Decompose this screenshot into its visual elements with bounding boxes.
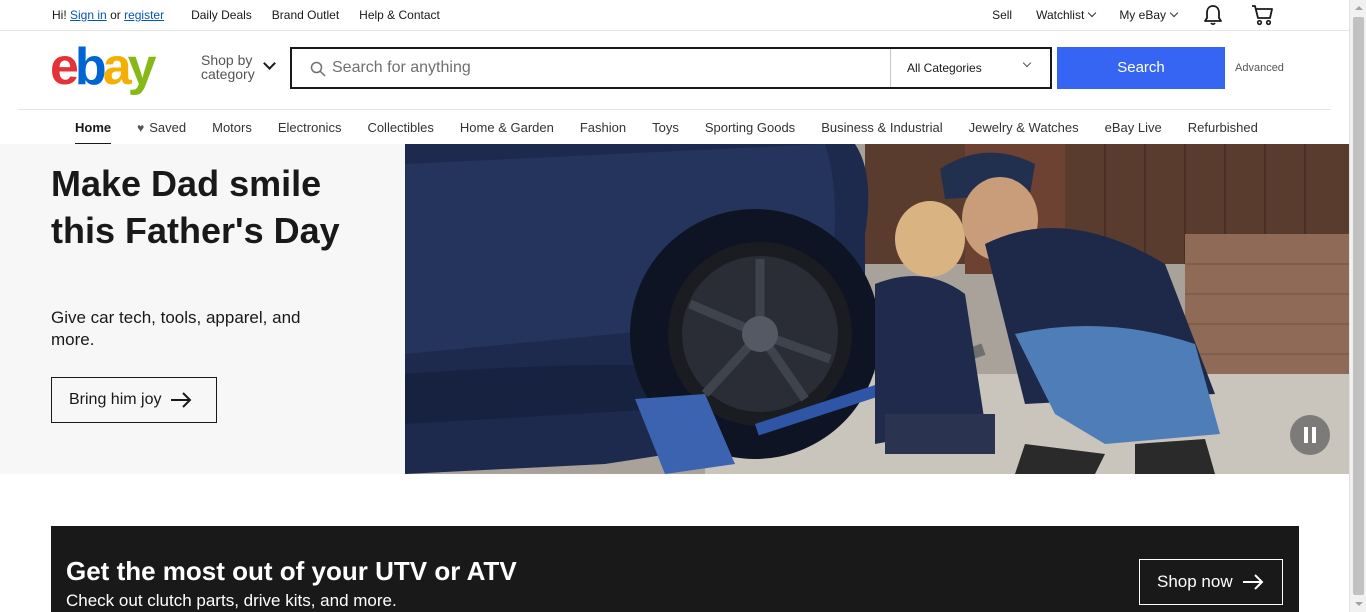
nav-item-saved-label: Saved bbox=[149, 120, 187, 135]
hero-banner: Make Dad smile this Father's Day Give ca… bbox=[0, 144, 1349, 474]
search-icon bbox=[310, 61, 326, 77]
logo-letter: b bbox=[74, 38, 107, 96]
sign-in-link[interactable]: Sign in bbox=[70, 8, 107, 22]
nav-item-saved[interactable]: ♥ Saved bbox=[137, 120, 186, 135]
nav-item-toys[interactable]: Toys bbox=[652, 120, 679, 135]
main-header: ebay Shop by category All Categories Sea… bbox=[0, 31, 1349, 109]
category-select-value: All Categories bbox=[907, 61, 982, 75]
nav-item-collectibles[interactable]: Collectibles bbox=[367, 120, 433, 135]
or-text: or bbox=[110, 8, 121, 22]
nav-item-fashion[interactable]: Fashion bbox=[580, 120, 626, 135]
sell-link[interactable]: Sell bbox=[992, 8, 1012, 22]
chevron-down-icon bbox=[1022, 58, 1032, 68]
watchlist-dropdown[interactable]: Watchlist bbox=[1036, 8, 1097, 22]
nav-item-home[interactable]: Home bbox=[75, 120, 112, 145]
scroll-up-arrow-icon[interactable] bbox=[1355, 6, 1363, 10]
promo-subtitle: Check out clutch parts, drive kits, and … bbox=[66, 591, 397, 610]
promo-title: Get the most out of your UTV or ATV bbox=[66, 556, 517, 586]
chevron-down-icon bbox=[1088, 8, 1097, 18]
cta-label: Bring him joy bbox=[69, 391, 162, 408]
nav-item-business-industrial[interactable]: Business & Industrial bbox=[821, 120, 942, 135]
scroll-down-arrow-icon[interactable] bbox=[1355, 602, 1363, 606]
nav-item-jewelry-watches[interactable]: Jewelry & Watches bbox=[969, 120, 1079, 135]
daily-deals-link[interactable]: Daily Deals bbox=[191, 8, 252, 22]
advanced-search-link[interactable]: Advanced bbox=[1235, 62, 1284, 74]
logo-letter: a bbox=[102, 38, 132, 96]
my-ebay-dropdown[interactable]: My eBay bbox=[1119, 8, 1179, 22]
logo-letter: y bbox=[127, 38, 157, 96]
shop-now-label: Shop now bbox=[1157, 572, 1233, 591]
top-right-links: Sell Watchlist My eBay bbox=[968, 0, 1275, 30]
shopping-cart-icon[interactable] bbox=[1251, 4, 1275, 26]
nav-item-refurbished[interactable]: Refurbished bbox=[1188, 120, 1258, 135]
notification-bell-icon[interactable] bbox=[1203, 4, 1223, 26]
nav-item-sporting-goods[interactable]: Sporting Goods bbox=[705, 120, 795, 135]
arrow-right-icon bbox=[1242, 574, 1264, 590]
greeting-text: Hi! bbox=[52, 8, 67, 22]
shop-by-label: Shop by bbox=[201, 52, 253, 68]
category-select[interactable]: All Categories bbox=[890, 49, 1050, 87]
bring-him-joy-button[interactable]: Bring him joy bbox=[51, 377, 217, 423]
search-button[interactable]: Search bbox=[1057, 47, 1225, 89]
chevron-down-icon bbox=[263, 57, 276, 70]
heart-icon: ♥ bbox=[137, 120, 145, 135]
category-label: category bbox=[201, 66, 255, 82]
my-ebay-label: My eBay bbox=[1119, 8, 1166, 22]
top-left-links: Hi! Sign in or register Daily Deals Bran… bbox=[52, 8, 440, 22]
chevron-down-icon bbox=[1169, 8, 1179, 18]
register-link[interactable]: register bbox=[124, 8, 164, 22]
nav-item-motors[interactable]: Motors bbox=[212, 120, 252, 135]
shop-now-button[interactable]: Shop now bbox=[1139, 559, 1283, 605]
top-utility-bar: Hi! Sign in or register Daily Deals Bran… bbox=[0, 0, 1349, 31]
search-input[interactable] bbox=[292, 49, 890, 87]
search-bar: All Categories bbox=[290, 47, 1052, 89]
hero-image[interactable] bbox=[405, 144, 1349, 474]
promo-banner: Get the most out of your UTV or ATV Chec… bbox=[51, 526, 1299, 612]
arrow-right-icon bbox=[171, 392, 192, 408]
watchlist-label: Watchlist bbox=[1036, 8, 1085, 22]
nav-item-home-garden[interactable]: Home & Garden bbox=[460, 120, 554, 135]
help-contact-link[interactable]: Help & Contact bbox=[359, 8, 440, 22]
page-scrollbar[interactable] bbox=[1349, 0, 1366, 612]
logo-letter: e bbox=[50, 38, 79, 96]
ebay-logo[interactable]: ebay bbox=[50, 38, 157, 96]
hero-title: Make Dad smile this Father's Day bbox=[51, 163, 340, 251]
category-nav: Home ♥ Saved Motors Electronics Collectib… bbox=[18, 109, 1331, 145]
nav-item-ebay-live[interactable]: eBay Live bbox=[1105, 120, 1162, 135]
pause-button[interactable] bbox=[1290, 415, 1330, 455]
hero-subtitle: Give car tech, tools, apparel, and more. bbox=[51, 308, 301, 349]
shop-by-category-button[interactable]: Shop by category bbox=[201, 52, 276, 82]
nav-item-electronics[interactable]: Electronics bbox=[278, 120, 342, 135]
scrollbar-thumb[interactable] bbox=[1353, 17, 1364, 595]
brand-outlet-link[interactable]: Brand Outlet bbox=[272, 8, 339, 22]
